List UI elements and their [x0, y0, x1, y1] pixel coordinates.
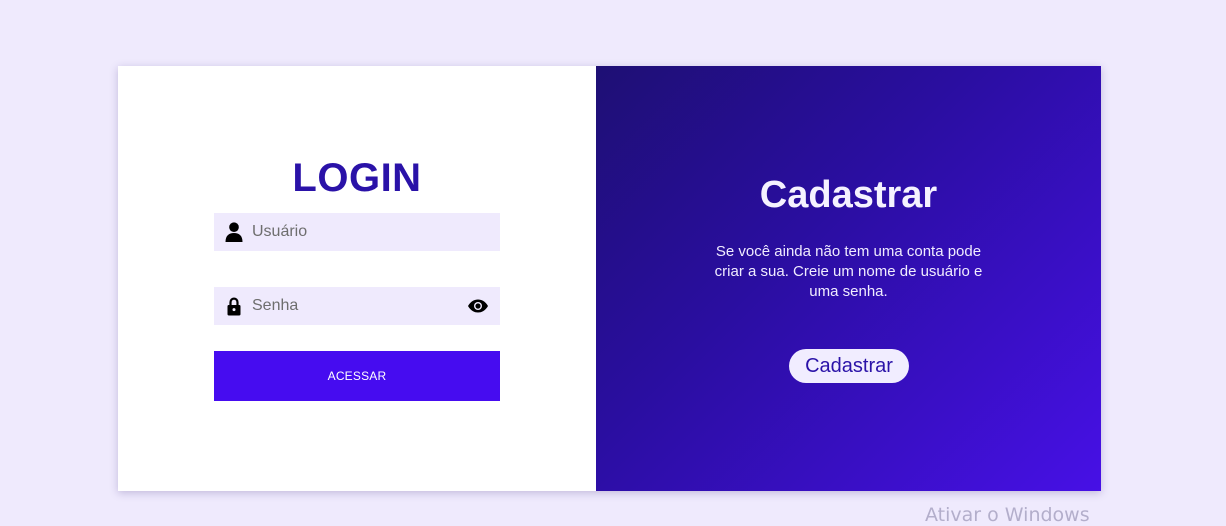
register-panel: Cadastrar Se você ainda não tem uma cont…: [596, 66, 1101, 491]
login-panel: LOGIN Usuário ACESSAR: [118, 66, 596, 491]
login-card: LOGIN Usuário ACESSAR Cadastrar Se você …: [118, 66, 1101, 491]
password-input[interactable]: [250, 286, 466, 326]
lock-icon: [224, 296, 244, 316]
eye-icon[interactable]: [466, 296, 490, 316]
windows-activation-watermark: Ativar o Windows: [925, 504, 1090, 526]
register-button[interactable]: Cadastrar: [789, 349, 909, 383]
user-icon: [224, 222, 244, 242]
register-description: Se você ainda não tem uma conta pode cri…: [714, 243, 983, 300]
submit-button[interactable]: ACESSAR: [214, 351, 500, 401]
username-field[interactable]: [214, 212, 500, 252]
login-title: LOGIN: [292, 156, 422, 200]
username-input[interactable]: [250, 212, 500, 252]
register-title: Cadastrar: [759, 174, 938, 216]
password-field[interactable]: [214, 286, 500, 326]
